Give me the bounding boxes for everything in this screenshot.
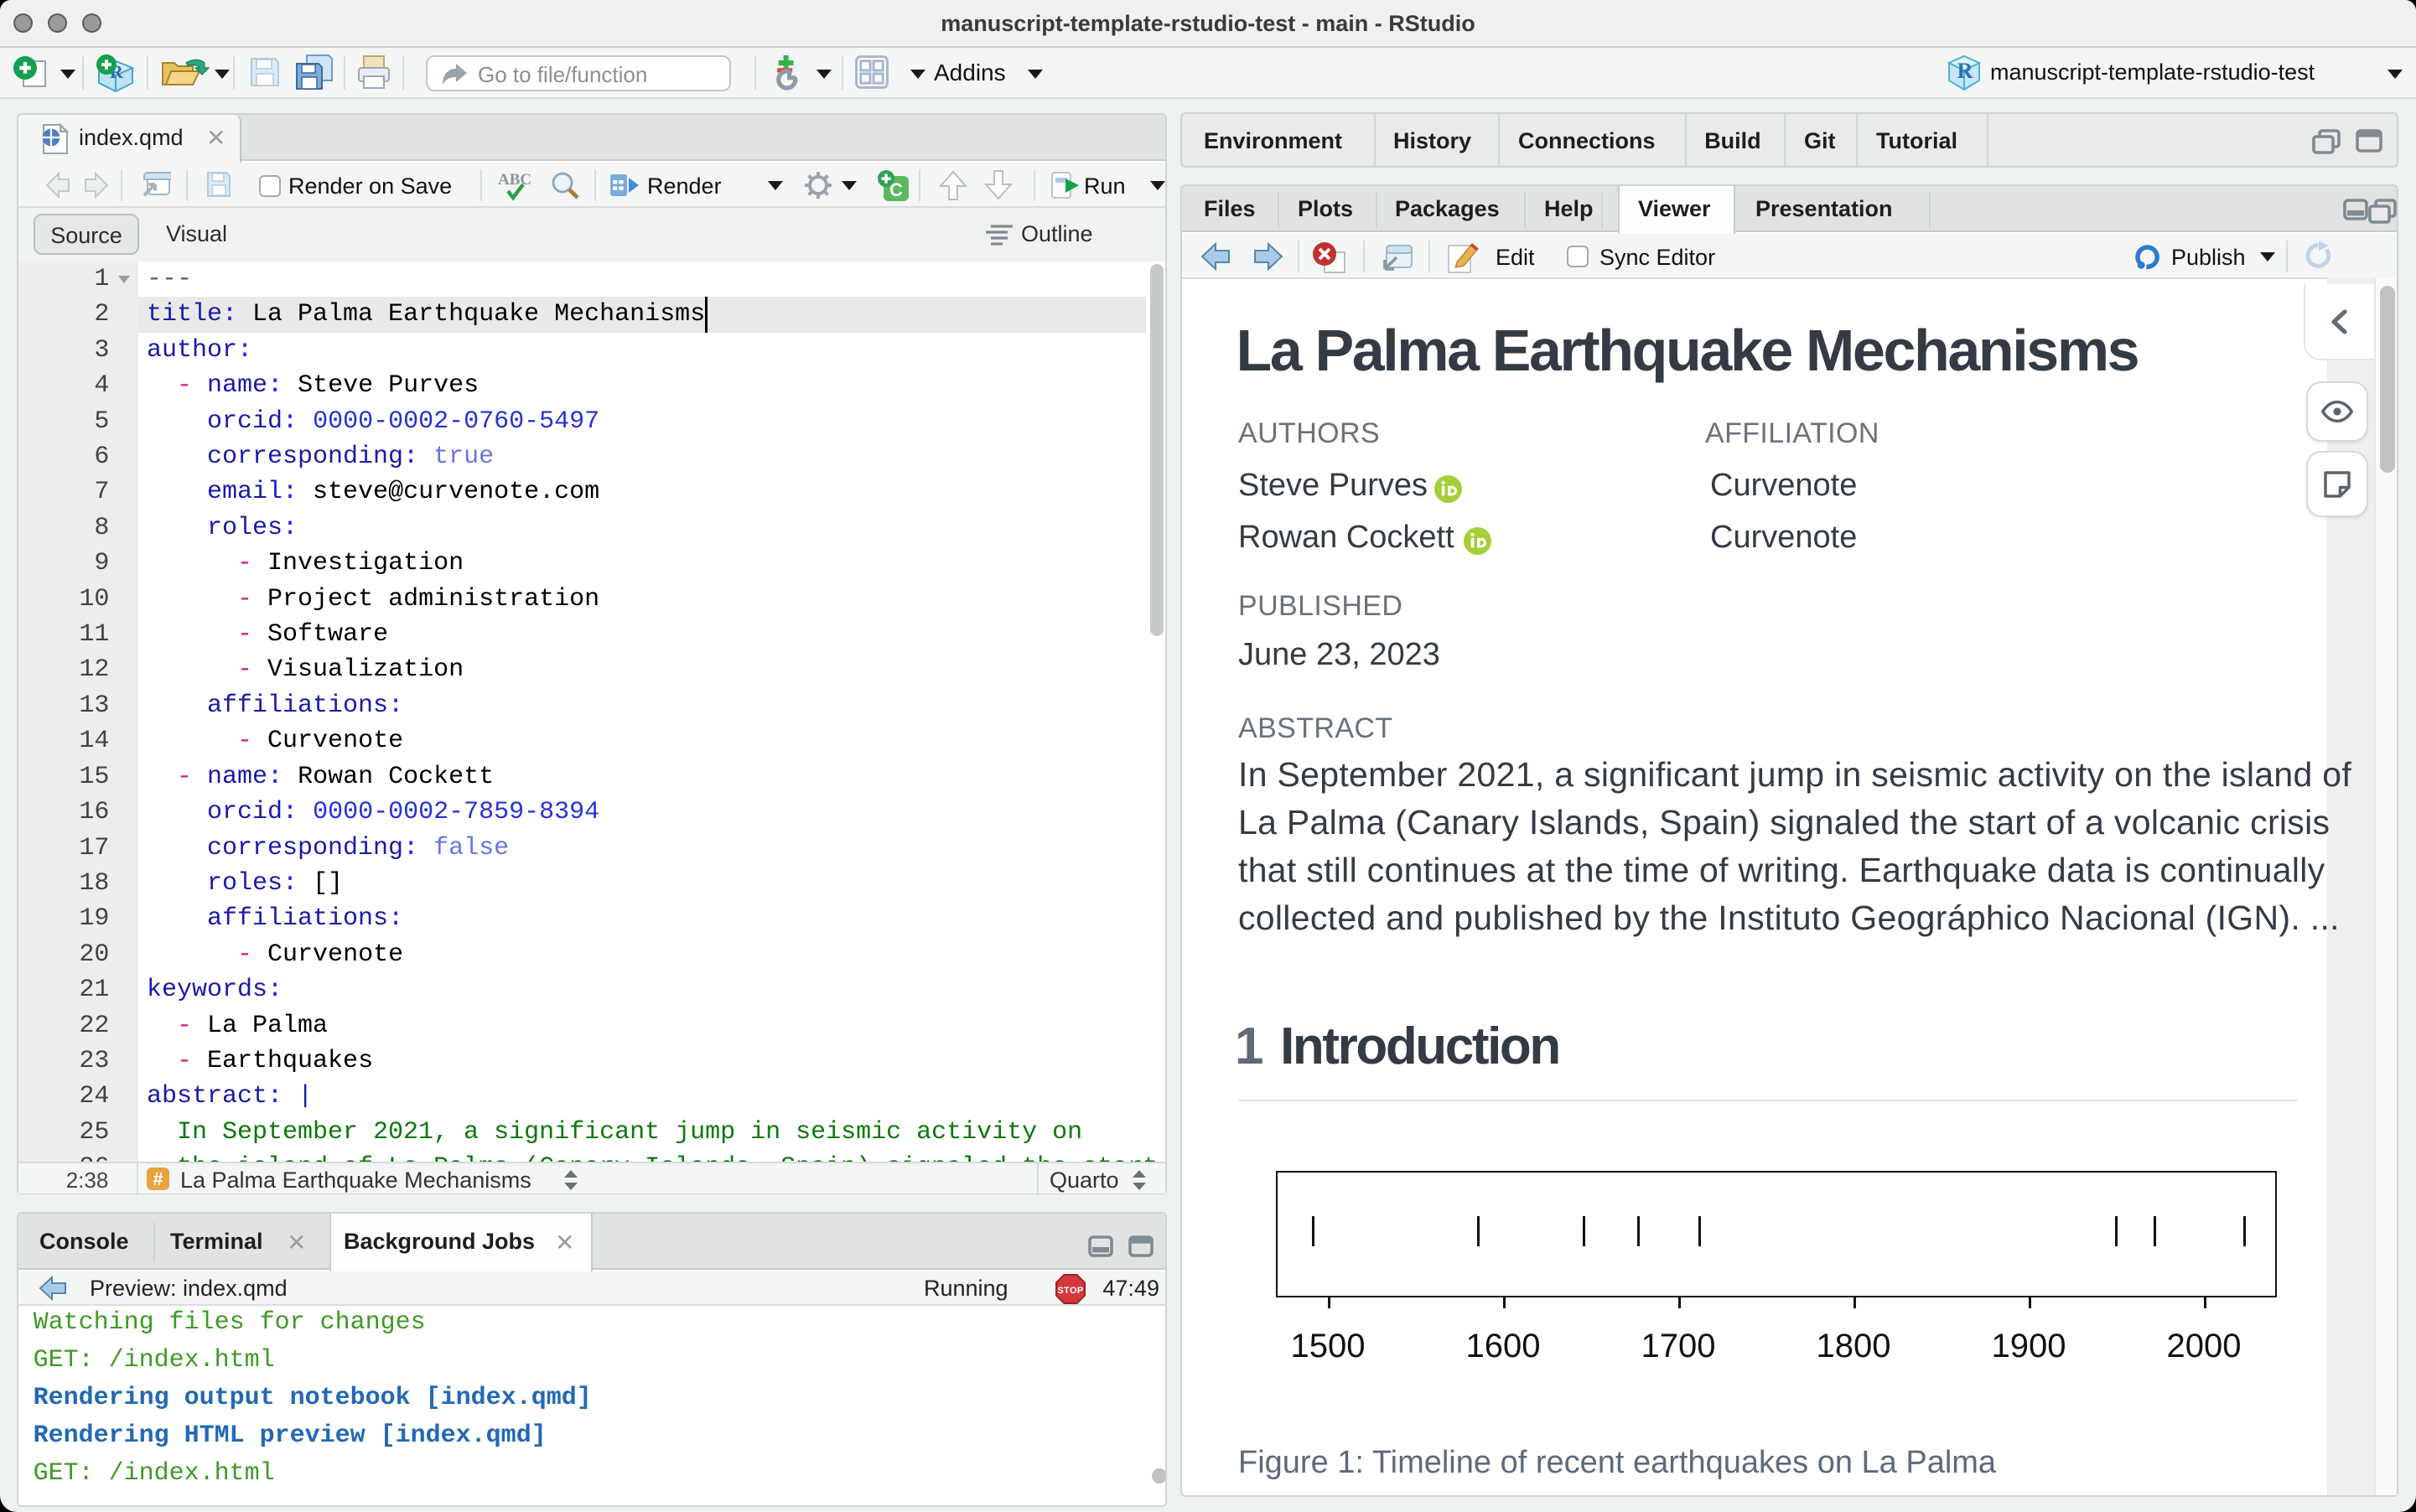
svg-text:R: R [1957,59,1973,83]
svg-text:ABC: ABC [498,171,531,189]
svg-text:STOP: STOP [1057,1286,1083,1296]
